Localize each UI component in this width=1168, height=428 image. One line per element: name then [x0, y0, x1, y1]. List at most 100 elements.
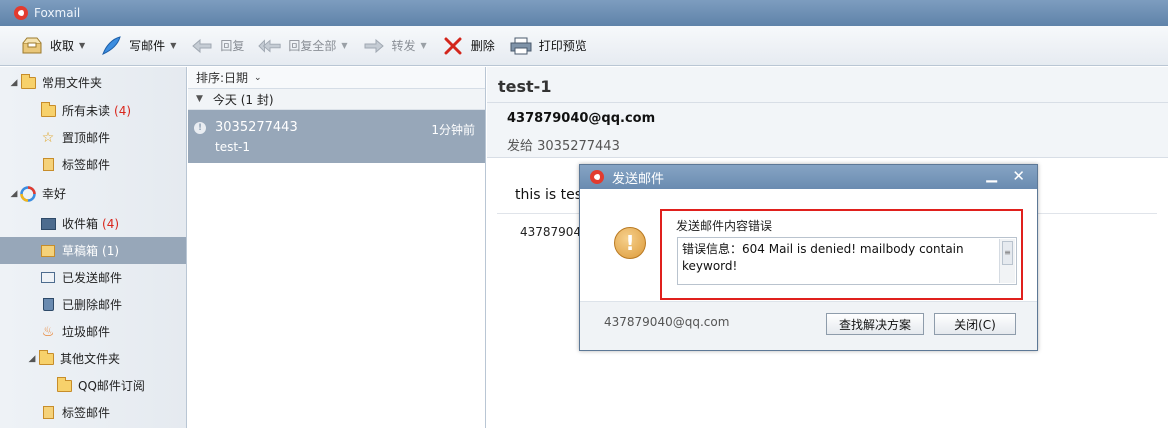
- error-message-textarea[interactable]: 错误信息：604 Mail is denied! mailbody contai…: [677, 237, 1017, 285]
- inbox-icon: [40, 217, 56, 231]
- info-status-icon: !: [194, 122, 206, 134]
- scroll-thumb[interactable]: ≡: [1002, 241, 1013, 265]
- sidebar-item-deleted[interactable]: 已删除邮件: [0, 291, 186, 318]
- printer-icon: [509, 36, 533, 56]
- date-group-header[interactable]: ▼ 今天 (1 封): [188, 89, 485, 110]
- drafts-count: (1): [102, 243, 120, 258]
- mail-sender: 3035277443: [215, 120, 298, 135]
- feather-pen-icon: [99, 35, 123, 56]
- minimize-icon[interactable]: ▁: [986, 167, 997, 183]
- sidebar-item-tagged-2[interactable]: 标签邮件: [0, 399, 186, 426]
- trash-icon: [40, 298, 56, 312]
- chevron-down-icon[interactable]: ▼: [79, 41, 85, 50]
- delete-x-icon: [441, 36, 465, 56]
- error-heading: 发送邮件内容错误: [676, 219, 773, 233]
- collapse-arrow-icon[interactable]: ▼: [196, 94, 203, 104]
- mail-subject: test-1: [215, 140, 251, 154]
- sidebar-item-junk[interactable]: ♨ 垃圾邮件: [0, 318, 186, 345]
- reply-button[interactable]: 回复: [190, 32, 244, 60]
- compose-label: 写邮件: [129, 39, 166, 53]
- sidebar-item-common-folders[interactable]: ◢ 常用文件夹: [0, 69, 186, 96]
- reply-arrow-icon: [190, 36, 214, 56]
- message-subject: test-1: [498, 77, 552, 96]
- mail-list-pane: 排序:日期 ⌄ ▼ 今天 (1 封) ! 3035277443 1分钟前 tes…: [188, 67, 486, 428]
- sidebar-item-label: 垃圾邮件: [62, 325, 111, 339]
- chevron-down-icon[interactable]: ▼: [421, 41, 427, 50]
- scrollbar[interactable]: ≡: [999, 239, 1015, 283]
- close-button[interactable]: 关闭(C): [934, 313, 1016, 335]
- close-icon[interactable]: ✕: [1012, 167, 1025, 185]
- divider: [487, 102, 1168, 103]
- sidebar-item-pinned[interactable]: ☆ 置顶邮件: [0, 124, 186, 151]
- forward-button[interactable]: 转发 ▼: [362, 32, 427, 60]
- tag-bookmark-icon: [40, 158, 56, 172]
- print-preview-button[interactable]: 打印预览: [509, 32, 587, 60]
- inbox-count: (4): [102, 216, 120, 231]
- sidebar-item-drafts[interactable]: 草稿箱 (1): [0, 237, 186, 264]
- group-label: 今天 (1 封): [212, 92, 274, 107]
- foxmail-logo-icon: [14, 6, 28, 20]
- sidebar-item-inbox[interactable]: 收件箱 (4): [0, 210, 186, 237]
- qq-account-icon: [20, 185, 36, 202]
- toolbar: 收取 ▼ 写邮件 ▼ 回复 回复全部 ▼ 转发 ▼ 删除 打印预览: [0, 26, 1168, 66]
- fire-icon: ♨: [41, 323, 55, 340]
- compose-button[interactable]: 写邮件 ▼: [99, 32, 176, 60]
- sidebar-item-label: 所有未读: [62, 104, 111, 118]
- find-solution-button[interactable]: 查找解决方案: [826, 313, 924, 335]
- delete-button[interactable]: 删除: [441, 32, 495, 60]
- foxmail-logo-icon: [590, 170, 604, 184]
- expand-arrow-icon[interactable]: ◢: [8, 189, 20, 199]
- sidebar-item-tagged[interactable]: 标签邮件: [0, 151, 186, 178]
- sidebar-item-label: 已发送邮件: [62, 271, 123, 285]
- sidebar-item-label: 标签邮件: [62, 158, 111, 172]
- chevron-down-icon: ⌄: [254, 72, 262, 83]
- dialog-title: 发送邮件: [612, 171, 665, 187]
- forward-arrow-icon: [362, 36, 386, 56]
- folder-icon: [40, 101, 56, 118]
- sidebar-item-label: 幸好: [42, 187, 67, 201]
- error-highlight-box: 发送邮件内容错误 错误信息：604 Mail is denied! mailbo…: [660, 209, 1023, 300]
- receive-button[interactable]: 收取 ▼: [20, 32, 85, 60]
- sidebar-item-label: 其他文件夹: [60, 352, 121, 366]
- sidebar-item-label: QQ邮件订阅: [78, 379, 145, 393]
- sidebar-item-label: 草稿箱: [62, 244, 99, 258]
- expand-arrow-icon[interactable]: ◢: [26, 354, 38, 364]
- rss-folder-icon: [56, 376, 72, 393]
- sidebar-item-label: 已删除邮件: [62, 298, 123, 312]
- chevron-down-icon[interactable]: ▼: [341, 41, 347, 50]
- sidebar-item-label: 常用文件夹: [42, 76, 103, 90]
- chevron-down-icon[interactable]: ▼: [170, 41, 176, 50]
- sidebar-item-label: 标签邮件: [62, 406, 111, 420]
- warning-icon: !: [614, 227, 646, 259]
- sidebar-item-label: 置顶邮件: [62, 131, 111, 145]
- sidebar-item-qq-subscription[interactable]: QQ邮件订阅: [0, 372, 186, 399]
- message-body: this is test: [515, 187, 588, 203]
- mail-list-item[interactable]: ! 3035277443 1分钟前 test-1: [188, 110, 485, 163]
- sort-dropdown[interactable]: 排序:日期 ⌄: [188, 67, 485, 89]
- send-mail-dialog: 发送邮件 ▁ ✕ ! 发送邮件内容错误 错误信息：604 Mail is den…: [579, 164, 1038, 351]
- dialog-title-bar[interactable]: 发送邮件 ▁ ✕: [580, 165, 1037, 189]
- dialog-account: 437879040@qq.com: [604, 315, 730, 329]
- message-to: 发给 3035277443: [507, 139, 620, 154]
- expand-arrow-icon[interactable]: ◢: [8, 78, 20, 88]
- reply-all-label: 回复全部: [288, 39, 337, 53]
- message-from[interactable]: 437879040@qq.com: [507, 111, 655, 126]
- print-preview-label: 打印预览: [538, 39, 587, 53]
- error-message: 错误信息：604 Mail is denied! mailbody contai…: [682, 242, 964, 273]
- sidebar-item-all-unread[interactable]: 所有未读 (4): [0, 97, 186, 124]
- unread-count: (4): [114, 103, 132, 118]
- tag-bookmark-icon: [40, 406, 56, 420]
- dialog-footer: 437879040@qq.com 查找解决方案 关闭(C): [580, 301, 1037, 350]
- sidebar-item-other-folders[interactable]: ◢ 其他文件夹: [0, 345, 186, 372]
- sidebar-item-label: 收件箱: [62, 217, 99, 231]
- reply-label: 回复: [220, 39, 245, 53]
- sidebar-item-sent[interactable]: 已发送邮件: [0, 264, 186, 291]
- dialog-body: ! 发送邮件内容错误 错误信息：604 Mail is denied! mail…: [580, 189, 1037, 301]
- window-title: Foxmail: [34, 6, 81, 20]
- receive-label: 收取: [50, 39, 75, 53]
- reply-all-button[interactable]: 回复全部 ▼: [258, 32, 348, 60]
- mail-time: 1分钟前: [431, 123, 475, 137]
- sent-mail-icon: [40, 271, 56, 285]
- delete-label: 删除: [470, 39, 495, 53]
- sidebar-item-account[interactable]: ◢ 幸好: [0, 180, 186, 207]
